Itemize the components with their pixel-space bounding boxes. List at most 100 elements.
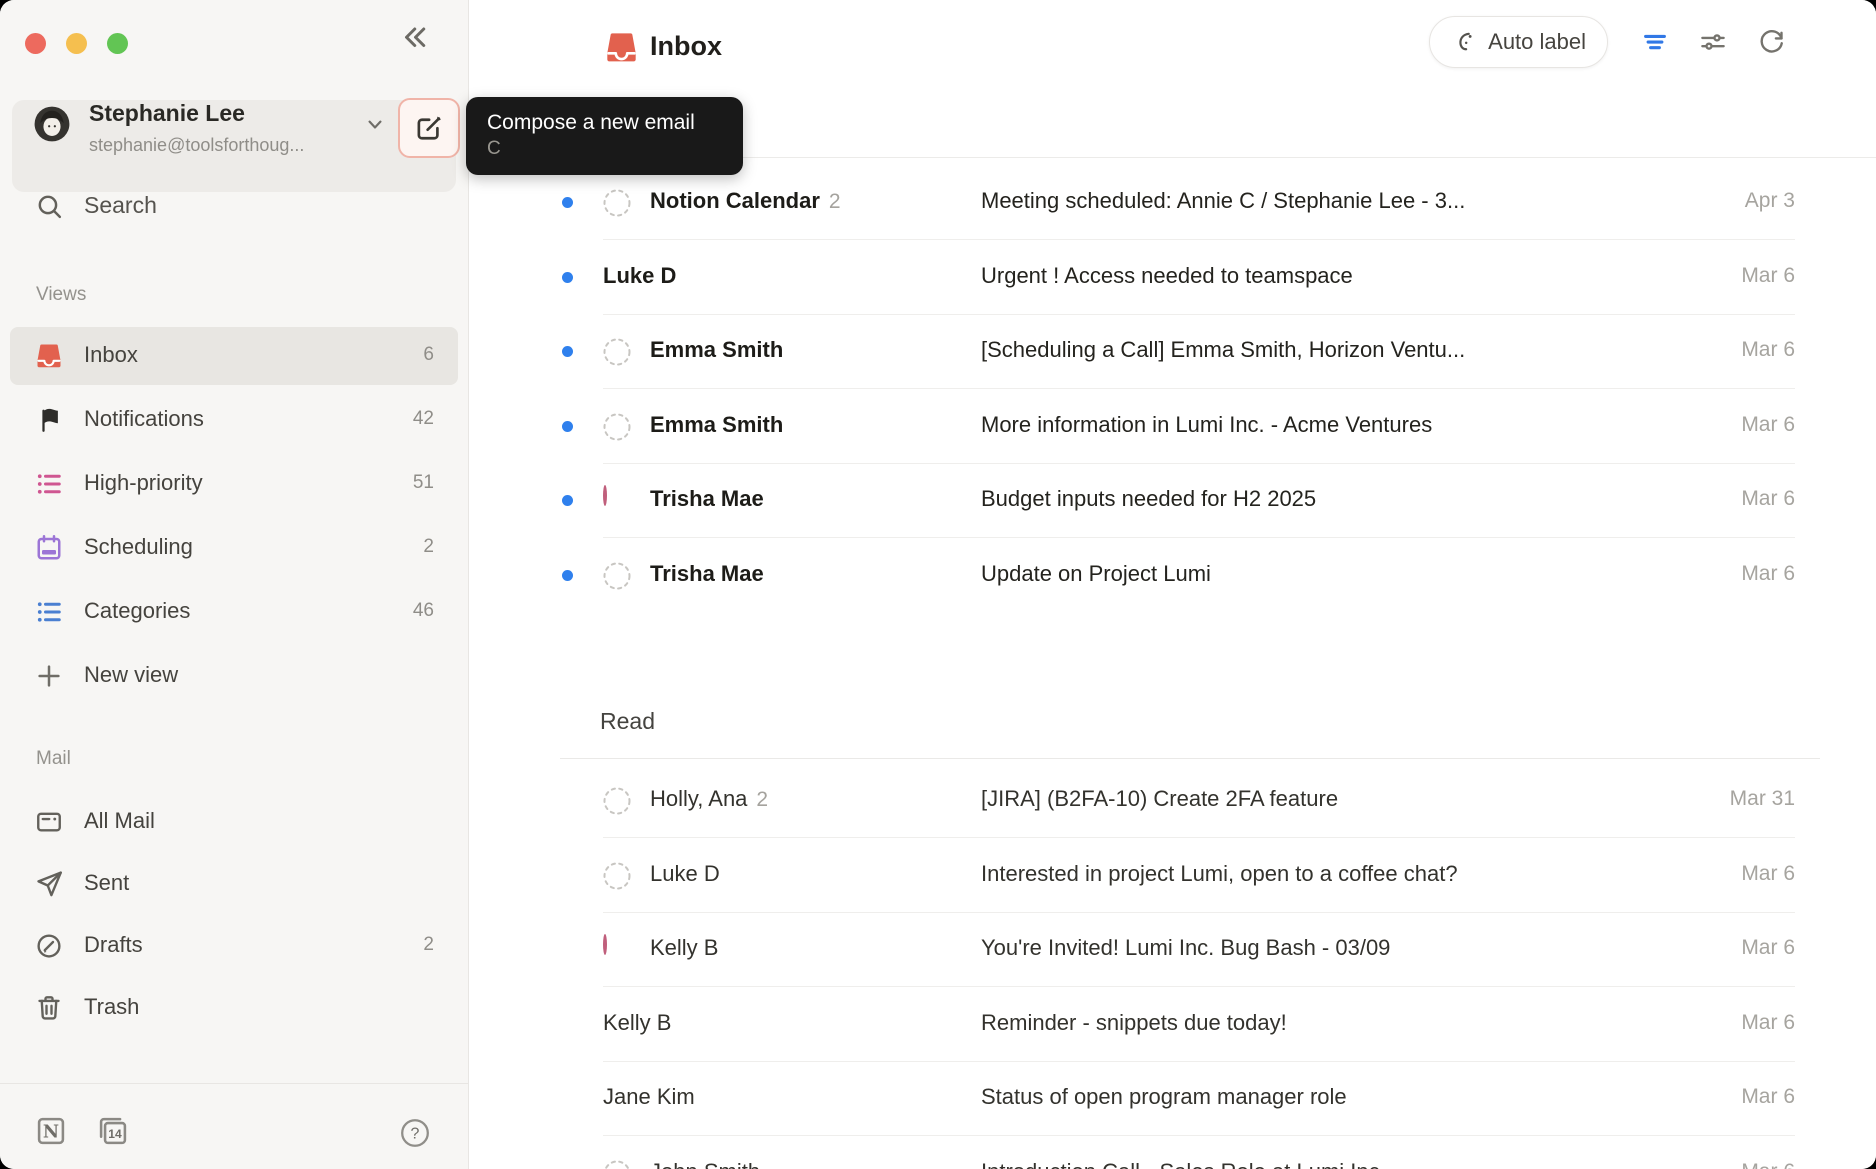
email-subject: You're Invited! Lumi Inc. Bug Bash - 03/… bbox=[981, 935, 1706, 961]
email-subject: Budget inputs needed for H2 2025 bbox=[981, 486, 1706, 512]
email-subject: More information in Lumi Inc. - Acme Ven… bbox=[981, 412, 1706, 438]
sidebar-item-categories[interactable]: Categories46 bbox=[10, 583, 458, 641]
unread-dot bbox=[562, 346, 573, 357]
scheduling-icon bbox=[34, 533, 64, 563]
sidebar-item-scheduling[interactable]: Scheduling2 bbox=[10, 519, 458, 577]
compose-tooltip: Compose a new email C bbox=[466, 97, 743, 175]
email-row[interactable]: Luke DUrgent ! Access needed to teamspac… bbox=[469, 240, 1876, 315]
email-row[interactable]: Kelly BReminder - snippets due today!Mar… bbox=[469, 987, 1876, 1062]
sender-avatar-placeholder[interactable] bbox=[603, 189, 631, 217]
sidebar-item-label: Trash bbox=[84, 994, 139, 1020]
mail-section-label: Mail bbox=[36, 748, 71, 770]
email-date: Mar 6 bbox=[1741, 1085, 1795, 1109]
email-row[interactable]: Trisha MaeBudget inputs needed for H2 20… bbox=[469, 463, 1876, 538]
tooltip-text: Compose a new email bbox=[487, 109, 722, 137]
email-row[interactable]: Luke DInterested in project Lumi, open t… bbox=[469, 838, 1876, 913]
email-subject: [Scheduling a Call] Emma Smith, Horizon … bbox=[981, 337, 1706, 363]
notion-mail-window: Stephanie Lee stephanie@toolsforthoug...… bbox=[0, 0, 1876, 1169]
sent-icon bbox=[34, 869, 64, 899]
compose-button[interactable] bbox=[398, 98, 460, 158]
toolbar: Auto label bbox=[1429, 16, 1790, 68]
search-button[interactable]: Search bbox=[10, 178, 458, 236]
notion-app-icon[interactable]: N bbox=[34, 1114, 68, 1148]
auto-label-button[interactable]: Auto label bbox=[1429, 16, 1608, 68]
display-settings-button[interactable] bbox=[1694, 23, 1732, 61]
unread-count-badge: 2 bbox=[423, 934, 434, 956]
sender-avatar-placeholder[interactable] bbox=[603, 862, 631, 890]
sidebar-item-label: Drafts bbox=[84, 932, 143, 958]
filter-icon bbox=[1640, 27, 1670, 57]
sidebar-item-new-view[interactable]: New view bbox=[10, 647, 458, 705]
sliders-icon bbox=[1698, 27, 1728, 57]
email-row[interactable]: Jane KimStatus of open program manager r… bbox=[469, 1061, 1876, 1136]
sidebar-item-drafts[interactable]: Drafts 2 bbox=[10, 917, 458, 975]
email-subject: Reminder - snippets due today! bbox=[981, 1010, 1706, 1036]
email-subject: Interested in project Lumi, open to a co… bbox=[981, 861, 1706, 887]
auto-label-text: Auto label bbox=[1488, 29, 1586, 55]
sender-avatar-placeholder[interactable] bbox=[603, 338, 631, 366]
main-content: Inbox Auto label Notion Calendar2Meeting… bbox=[469, 0, 1876, 1169]
sidebar-item-all-mail[interactable]: All Mail bbox=[10, 793, 458, 851]
email-row[interactable]: Holly, Ana2[JIRA] (B2FA-10) Create 2FA f… bbox=[469, 763, 1876, 838]
email-sender: Luke D bbox=[603, 263, 929, 289]
email-row[interactable]: Emma SmithMore information in Lumi Inc. … bbox=[469, 389, 1876, 464]
email-row[interactable]: Kelly BYou're Invited! Lumi Inc. Bug Bas… bbox=[469, 912, 1876, 987]
sender-avatar-placeholder[interactable] bbox=[603, 562, 631, 590]
sidebar-item-label: Sent bbox=[84, 870, 129, 896]
read-section-label: Read bbox=[600, 708, 655, 735]
sidebar-item-high-priority[interactable]: High-priority51 bbox=[10, 455, 458, 513]
sidebar-footer-divider bbox=[0, 1083, 469, 1084]
compose-icon bbox=[413, 112, 445, 144]
email-subject: Update on Project Lumi bbox=[981, 561, 1706, 587]
trash-icon bbox=[34, 993, 64, 1023]
auto-label-icon bbox=[1451, 29, 1478, 56]
email-date: Mar 6 bbox=[1741, 338, 1795, 362]
sender-avatar-placeholder[interactable] bbox=[603, 787, 631, 815]
sidebar-item-label: All Mail bbox=[84, 808, 155, 834]
refresh-button[interactable] bbox=[1752, 23, 1790, 61]
email-date: Mar 6 bbox=[1741, 936, 1795, 960]
sidebar-item-label: High-priority bbox=[84, 470, 203, 496]
sender-avatar-ring[interactable] bbox=[603, 936, 631, 964]
thread-count: 2 bbox=[756, 788, 768, 811]
user-email: stephanie@toolsforthoug... bbox=[89, 134, 304, 156]
unread-count-badge: 6 bbox=[423, 344, 434, 366]
email-row[interactable]: Emma Smith[Scheduling a Call] Emma Smith… bbox=[469, 314, 1876, 389]
sender-avatar-placeholder[interactable] bbox=[603, 413, 631, 441]
unread-dot bbox=[562, 272, 573, 283]
email-row[interactable]: Notion Calendar2Meeting scheduled: Annie… bbox=[469, 165, 1876, 240]
user-avatar bbox=[33, 105, 71, 143]
email-sender: Notion Calendar2 bbox=[650, 188, 976, 214]
fullscreen-window-button[interactable] bbox=[107, 33, 128, 54]
email-date: Mar 6 bbox=[1741, 264, 1795, 288]
email-date: Mar 6 bbox=[1741, 862, 1795, 886]
email-sender: Emma Smith bbox=[650, 337, 976, 363]
email-date: Mar 6 bbox=[1741, 1160, 1795, 1169]
email-row[interactable]: John SmithIntroduction Call - Sales Role… bbox=[469, 1136, 1876, 1169]
filter-button[interactable] bbox=[1636, 23, 1674, 61]
all-mail-icon bbox=[34, 807, 64, 837]
email-sender: Trisha Mae bbox=[650, 561, 976, 587]
email-date: Mar 6 bbox=[1741, 562, 1795, 586]
sidebar-item-label: New view bbox=[84, 662, 178, 688]
search-label: Search bbox=[84, 192, 157, 219]
notifications-icon bbox=[34, 405, 64, 435]
sender-avatar-ring[interactable] bbox=[603, 487, 631, 515]
notion-calendar-app-icon[interactable]: 14 bbox=[96, 1114, 130, 1148]
read-section-divider bbox=[560, 758, 1820, 759]
sidebar: Stephanie Lee stephanie@toolsforthoug...… bbox=[0, 0, 469, 1169]
sidebar-item-notifications[interactable]: Notifications42 bbox=[10, 391, 458, 449]
sidebar-item-trash[interactable]: Trash bbox=[10, 979, 458, 1037]
sidebar-item-inbox[interactable]: Inbox6 bbox=[10, 327, 458, 385]
email-sender: Holly, Ana2 bbox=[650, 786, 976, 812]
minimize-window-button[interactable] bbox=[66, 33, 87, 54]
help-button[interactable]: ? bbox=[399, 1117, 431, 1149]
close-window-button[interactable] bbox=[25, 33, 46, 54]
collapse-sidebar-button[interactable] bbox=[396, 18, 436, 58]
plus-icon bbox=[34, 661, 64, 691]
svg-text:?: ? bbox=[411, 1126, 420, 1143]
sidebar-item-sent[interactable]: Sent bbox=[10, 855, 458, 913]
sender-avatar-placeholder[interactable] bbox=[603, 1160, 631, 1169]
email-subject: Introduction Call - Sales Role at Lumi I… bbox=[981, 1159, 1706, 1169]
email-row[interactable]: Trisha MaeUpdate on Project Lumi Mar 6 bbox=[469, 538, 1876, 613]
